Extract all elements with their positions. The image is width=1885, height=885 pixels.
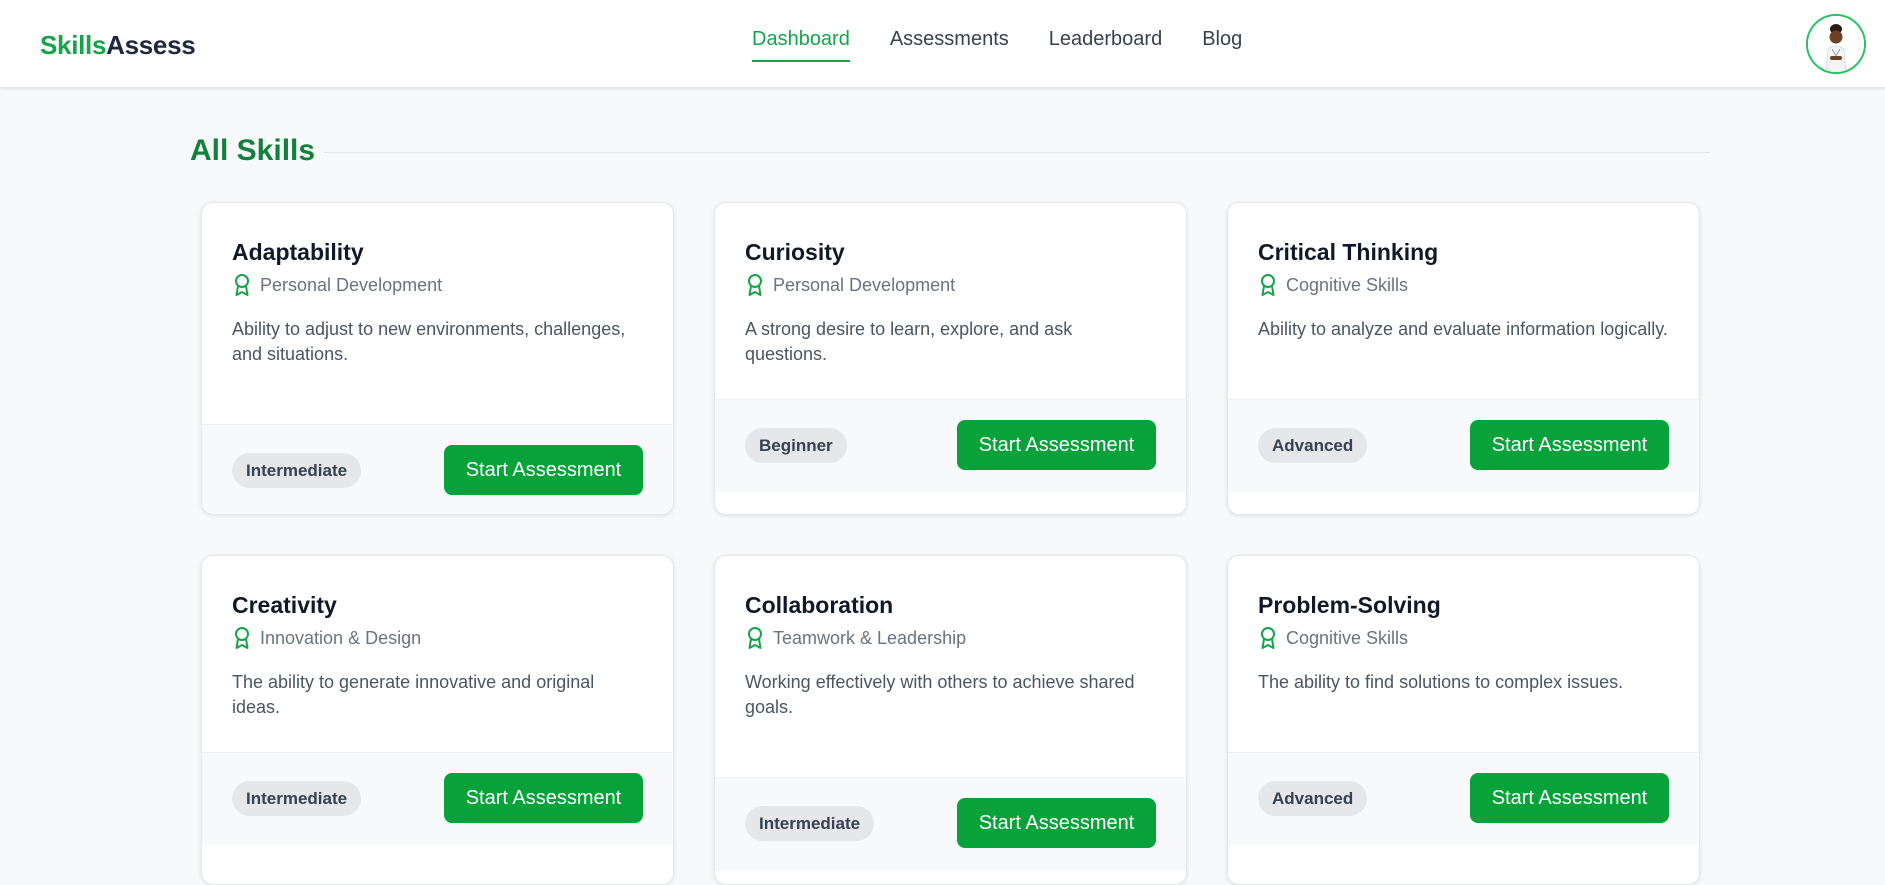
card-footer: Intermediate Start Assessment bbox=[202, 752, 673, 845]
nav-assessments[interactable]: Assessments bbox=[890, 28, 1009, 62]
start-assessment-button[interactable]: Start Assessment bbox=[1470, 420, 1669, 470]
logo[interactable]: SkillsAssess bbox=[40, 30, 196, 61]
skill-card-creativity: Creativity Innovation & Design The abili… bbox=[201, 555, 674, 885]
skill-description: The ability to find solutions to complex… bbox=[1258, 672, 1624, 692]
card-footer: Beginner Start Assessment bbox=[715, 399, 1186, 492]
skill-category: Innovation & Design bbox=[260, 627, 422, 648]
level-badge: Advanced bbox=[1258, 428, 1368, 463]
section-divider bbox=[324, 152, 1710, 153]
start-assessment-button[interactable]: Start Assessment bbox=[957, 798, 1156, 848]
section-title: All Skills bbox=[190, 134, 316, 167]
skill-card-problem-solving: Problem-Solving Cognitive Skills The abi… bbox=[1227, 555, 1700, 885]
nav-blog[interactable]: Blog bbox=[1202, 28, 1242, 62]
level-badge: Intermediate bbox=[232, 453, 362, 488]
skill-title: Curiosity bbox=[745, 239, 845, 265]
start-assessment-button[interactable]: Start Assessment bbox=[444, 773, 643, 823]
main-nav: Dashboard Assessments Leaderboard Blog bbox=[752, 28, 1242, 62]
award-icon bbox=[235, 627, 249, 649]
award-icon bbox=[235, 274, 249, 296]
skill-description: The ability to generate innovative and o… bbox=[232, 672, 595, 717]
nav-leaderboard[interactable]: Leaderboard bbox=[1049, 28, 1162, 62]
skill-title: Collaboration bbox=[745, 592, 894, 618]
avatar[interactable] bbox=[1806, 14, 1866, 74]
card-footer: Intermediate Start Assessment bbox=[715, 777, 1186, 870]
skill-category: Cognitive Skills bbox=[1286, 274, 1409, 295]
award-icon bbox=[748, 274, 762, 296]
skill-card-critical-thinking: Critical Thinking Cognitive Skills Abili… bbox=[1227, 202, 1700, 515]
award-icon bbox=[748, 627, 762, 649]
award-icon bbox=[1261, 274, 1275, 296]
skill-category: Personal Development bbox=[773, 274, 956, 295]
skill-title: Problem-Solving bbox=[1258, 592, 1441, 618]
skill-title: Creativity bbox=[232, 592, 337, 618]
skill-description: Ability to adjust to new environments, c… bbox=[232, 319, 626, 364]
skill-card-curiosity: Curiosity Personal Development A strong … bbox=[714, 202, 1187, 515]
skill-category: Cognitive Skills bbox=[1286, 627, 1409, 648]
skill-description: Ability to analyze and evaluate informat… bbox=[1258, 319, 1668, 339]
nav-dashboard[interactable]: Dashboard bbox=[752, 28, 850, 62]
logo-part-skills: Skills bbox=[40, 30, 107, 60]
skill-description: Working effectively with others to achie… bbox=[745, 672, 1135, 717]
level-badge: Intermediate bbox=[745, 806, 875, 841]
skill-category: Teamwork & Leadership bbox=[773, 627, 967, 648]
skill-description: A strong desire to learn, explore, and a… bbox=[745, 319, 1073, 364]
skill-card-collaboration: Collaboration Teamwork & Leadership Work… bbox=[714, 555, 1187, 885]
level-badge: Advanced bbox=[1258, 781, 1368, 816]
logo-part-assess: Assess bbox=[106, 30, 196, 60]
skill-title: Critical Thinking bbox=[1258, 239, 1439, 265]
card-footer: Advanced Start Assessment bbox=[1228, 752, 1699, 845]
level-badge: Beginner bbox=[745, 428, 847, 463]
start-assessment-button[interactable]: Start Assessment bbox=[444, 445, 643, 495]
card-footer: Intermediate Start Assessment bbox=[202, 424, 673, 514]
level-badge: Intermediate bbox=[232, 781, 362, 816]
top-navbar: SkillsAssess Dashboard Assessments Leade… bbox=[0, 0, 1885, 88]
skill-title: Adaptability bbox=[232, 239, 364, 265]
award-icon bbox=[1261, 627, 1275, 649]
card-footer: Advanced Start Assessment bbox=[1228, 399, 1699, 492]
skill-category: Personal Development bbox=[260, 274, 443, 295]
start-assessment-button[interactable]: Start Assessment bbox=[1470, 773, 1669, 823]
avatar-person-icon bbox=[1808, 16, 1864, 72]
skill-card-adaptability: Adaptability Personal Development Abilit… bbox=[201, 202, 674, 515]
start-assessment-button[interactable]: Start Assessment bbox=[957, 420, 1156, 470]
